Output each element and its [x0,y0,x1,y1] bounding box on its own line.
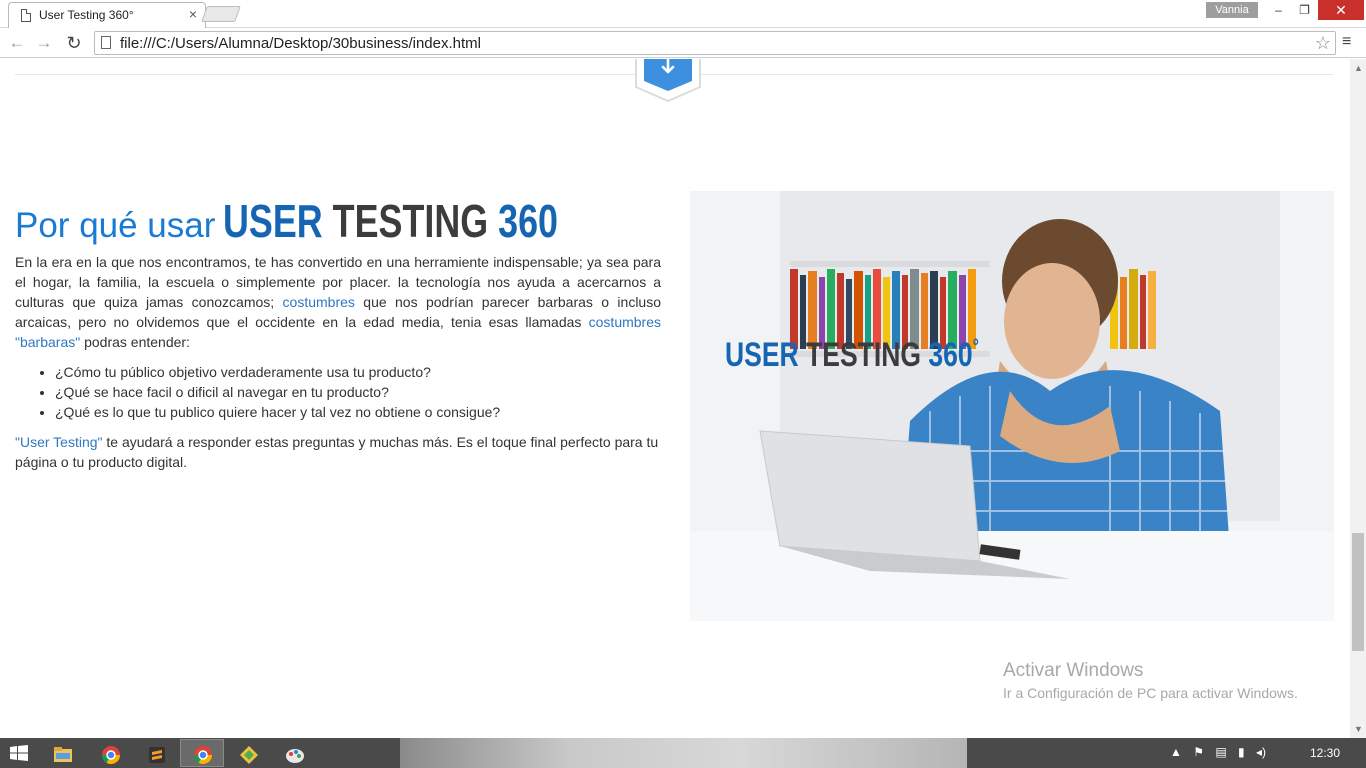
chrome-active-icon[interactable] [180,739,224,767]
browser-titlebar: User Testing 360° × Vannia – ❐ ✕ [0,0,1366,28]
page-viewport: Por qué usar USER TESTING 360 En la era e… [0,59,1350,738]
brand-user: USER [223,195,324,247]
sublime-icon[interactable] [134,739,178,767]
file-explorer-icon[interactable] [40,739,84,767]
intro-text-3: podras entender: [80,334,190,350]
paint-icon[interactable] [272,739,316,767]
brand-testing: TESTING [333,195,489,247]
git-icon[interactable] [226,739,270,767]
heading-lead-text: Por qué usar [15,206,216,245]
list-item: ¿Qué se hace facil o dificil al navegar … [55,382,500,402]
browser-toolbar: ← → ↻ file:///C:/Users/Alumna/Desktop/30… [0,28,1366,58]
list-item: ¿Cómo tu público objetivo verdaderamente… [55,362,500,382]
hero-photo: USER TESTING 360° [690,191,1334,621]
back-arrow-icon[interactable]: ← [6,32,28,54]
hero-logo-360: 360 [928,336,973,374]
brand-wordmark: USER TESTING 360 [223,194,558,248]
question-list: ¿Cómo tu público objetivo verdaderamente… [55,362,500,422]
chrome-icon[interactable] [88,739,132,767]
brand-360: 360 [498,195,559,247]
minimize-button[interactable]: – [1265,0,1292,20]
section-heading: Por qué usar USER TESTING 360 [15,194,653,248]
tab-close-icon[interactable]: × [189,6,197,22]
watermark-subtitle: Ir a Configuración de PC para activar Wi… [1003,685,1298,701]
network-icon[interactable]: ▤ [1215,745,1226,759]
scroll-down-badge-icon[interactable] [632,59,704,105]
battery-icon[interactable]: ▮ [1238,745,1245,759]
vertical-scrollbar[interactable]: ▲ ▼ [1350,59,1366,738]
new-tab-button[interactable] [201,6,241,22]
outro-paragraph: "User Testing" te ayudará a responder es… [15,432,661,472]
user-testing-link[interactable]: "User Testing" [15,434,103,450]
tab-title: User Testing 360° [39,8,134,22]
hero-logo-degree: ° [972,336,979,358]
bookmark-star-icon[interactable]: ☆ [1315,33,1331,54]
chrome-menu-icon[interactable]: ≡ [1342,34,1356,50]
outro-text: te ayudará a responder estas preguntas y… [15,434,659,470]
tray-expand-icon[interactable]: ▲ [1170,745,1182,759]
forward-arrow-icon[interactable]: → [33,32,55,54]
profile-badge[interactable]: Vannia [1206,2,1258,18]
man-with-laptop-illustration [690,191,1334,621]
volume-icon[interactable]: ◂) [1256,745,1266,759]
address-bar[interactable]: file:///C:/Users/Alumna/Desktop/30busine… [94,31,1336,55]
windows-activation-watermark: Activar Windows Ir a Configuración de PC… [1003,660,1298,701]
hero-logo: USER TESTING 360° [725,336,1050,375]
windows-taskbar: ▲ ⚑ ▤ ▮ ◂) 12:30 [0,738,1366,768]
close-window-button[interactable]: ✕ [1318,0,1364,20]
windows-start-icon[interactable] [10,745,28,761]
reload-icon[interactable]: ↻ [63,32,85,54]
page-icon [101,36,111,49]
flag-icon[interactable]: ⚑ [1193,745,1204,759]
maximize-button[interactable]: ❐ [1291,0,1318,20]
list-item: ¿Qué es lo que tu publico quiere hacer y… [55,402,500,422]
scroll-up-arrow-icon[interactable]: ▲ [1354,63,1363,73]
browser-tab[interactable]: User Testing 360° × [8,2,206,28]
costumbres-link[interactable]: costumbres [283,294,355,310]
hero-logo-testing: TESTING [806,336,921,374]
hero-logo-user: USER [725,336,799,374]
scroll-thumb[interactable] [1352,533,1364,651]
taskbar-wallpaper-strip [400,738,967,768]
system-tray: ▲ ⚑ ▤ ▮ ◂) [1170,745,1274,759]
taskbar-clock[interactable]: 12:30 [1310,746,1340,760]
document-icon [21,9,31,22]
scroll-down-arrow-icon[interactable]: ▼ [1354,724,1363,734]
intro-paragraph: En la era en la que nos encontramos, te … [15,252,661,352]
url-text[interactable]: file:///C:/Users/Alumna/Desktop/30busine… [120,35,481,52]
watermark-title: Activar Windows [1003,660,1144,681]
